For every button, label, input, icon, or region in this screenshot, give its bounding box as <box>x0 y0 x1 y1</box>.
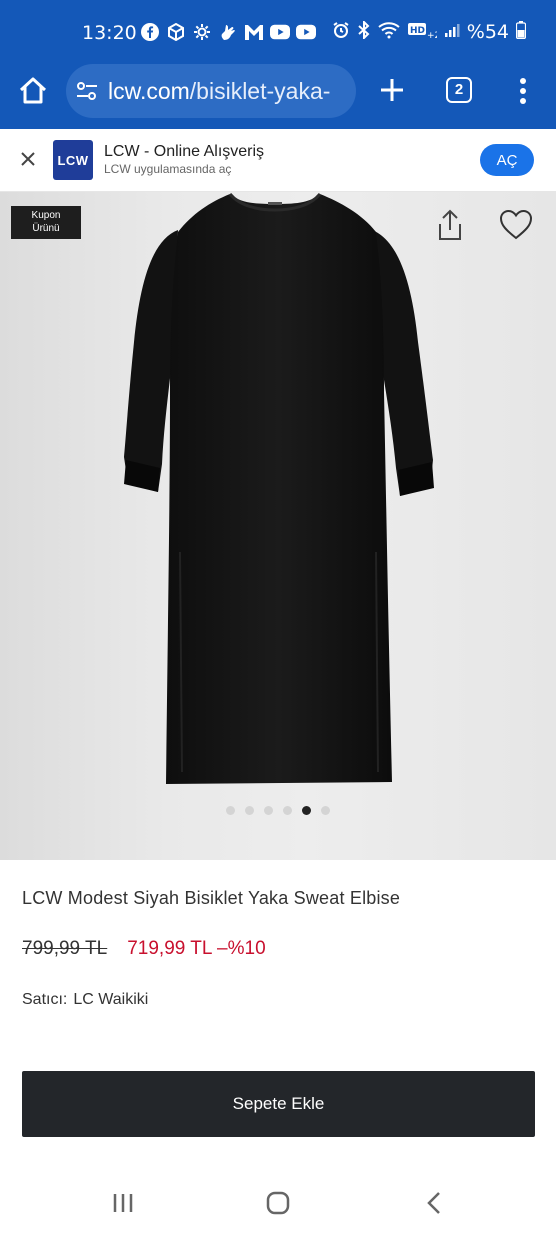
coupon-badge-line: Kupon <box>31 210 61 221</box>
url-text: lcw.com/bisiklet-yaka- <box>108 78 348 105</box>
url-host: lcw.com <box>108 78 190 104</box>
gallery-dot[interactable] <box>302 806 311 815</box>
heart-icon <box>499 209 533 240</box>
home-outline-icon <box>266 1191 290 1215</box>
discount-badge: –%10 <box>217 938 266 959</box>
old-price: 799,99 TL <box>22 938 108 959</box>
product-title: LCW Modest Siyah Bisiklet Yaka Sweat Elb… <box>22 888 401 908</box>
back-chevron-icon <box>427 1192 440 1214</box>
facebook-icon <box>140 22 160 42</box>
app-title: LCW - Online Alışveriş <box>104 143 265 160</box>
wifi-icon <box>378 21 400 43</box>
status-notification-icons <box>140 22 316 42</box>
share-button[interactable] <box>434 208 466 242</box>
home-icon <box>19 77 47 104</box>
plus-icon <box>381 79 403 101</box>
settings-badge-icon <box>192 22 212 42</box>
app-logo: LCW <box>53 140 93 180</box>
address-bar[interactable]: lcw.com/bisiklet-yaka- <box>66 64 356 118</box>
seller-row: Satıcı: LC Waikiki <box>22 991 148 1009</box>
site-settings-icon[interactable] <box>75 80 99 102</box>
system-back-button[interactable] <box>424 1190 444 1216</box>
open-app-button[interactable]: AÇ <box>480 144 534 176</box>
app-subtitle: LCW uygulamasında aç <box>104 162 232 176</box>
recents-button[interactable] <box>112 1192 134 1214</box>
svg-text:HD: HD <box>410 26 425 36</box>
bluetooth-icon <box>357 19 371 43</box>
more-vertical-icon <box>520 78 526 104</box>
url-path: /bisiklet-yaka- <box>189 78 331 104</box>
new-price: 719,99 TL –%10 <box>127 938 265 960</box>
favorite-button[interactable] <box>498 208 534 242</box>
svg-text:+2: +2 <box>427 31 437 39</box>
browser-menu-button[interactable] <box>512 74 534 108</box>
price-row: 799,99 TL 719,99 TL –%10 <box>22 938 266 960</box>
signal-icon <box>444 22 460 42</box>
gallery-dot[interactable] <box>283 806 292 815</box>
product-image-gallery[interactable]: Kupon Ürünü <box>0 192 556 860</box>
youtube-icon <box>270 22 290 42</box>
sale-price: 719,99 TL <box>127 938 212 959</box>
browser-chrome: 13:20 HD + %54 lcw.com/bisiklet-yaka- 2 <box>0 0 556 129</box>
url-bar-row: lcw.com/bisiklet-yaka- 2 <box>0 62 556 120</box>
gallery-dot[interactable] <box>226 806 235 815</box>
battery-icon <box>515 21 527 43</box>
coupon-badge: Kupon Ürünü <box>11 206 81 239</box>
status-bar: 13:20 HD + %54 <box>0 0 556 66</box>
seller-label: Satıcı: <box>22 991 68 1008</box>
hand-icon <box>218 22 238 42</box>
new-tab-button[interactable] <box>376 74 408 106</box>
youtube-icon <box>296 22 316 42</box>
hd-signal-icon: HD+2 <box>407 21 440 43</box>
close-icon <box>21 152 35 166</box>
gallery-dot[interactable] <box>264 806 273 815</box>
share-icon <box>439 209 461 240</box>
coupon-badge-line: Ürünü <box>32 223 60 234</box>
system-home-button[interactable] <box>265 1190 291 1216</box>
seller-name[interactable]: LC Waikiki <box>73 991 148 1009</box>
status-system-icons: HD+2 %54 <box>332 19 527 43</box>
home-button[interactable] <box>16 74 50 108</box>
add-to-cart-button[interactable]: Sepete Ekle <box>22 1071 535 1137</box>
status-time: 13:20 <box>82 22 137 44</box>
gmail-icon <box>244 22 264 42</box>
product-image <box>124 192 434 784</box>
tab-switcher-button[interactable]: 2 <box>446 77 472 103</box>
alarm-icon <box>332 21 350 43</box>
box-icon <box>166 22 186 42</box>
banner-close-button[interactable] <box>18 149 38 169</box>
system-navigation-bar <box>0 1168 556 1235</box>
recents-icon <box>113 1194 133 1212</box>
gallery-dot[interactable] <box>245 806 254 815</box>
battery-percent: %54 <box>466 21 509 43</box>
app-install-banner: LCW LCW - Online Alışveriş LCW uygulamas… <box>0 129 556 192</box>
gallery-dot[interactable] <box>321 806 330 815</box>
gallery-pagination <box>0 806 556 815</box>
